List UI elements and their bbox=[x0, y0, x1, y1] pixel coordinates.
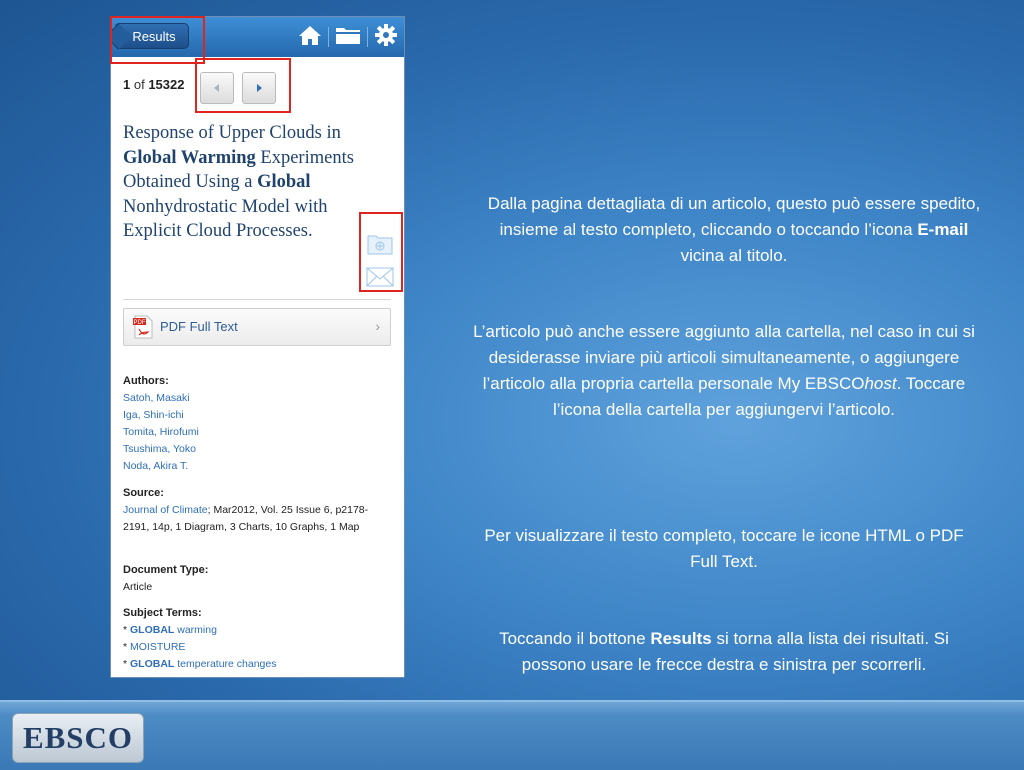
title-part: . bbox=[307, 221, 313, 241]
author-link[interactable]: Satoh, Masaki bbox=[123, 390, 393, 407]
subject-term[interactable]: * GLOBAL temperature changes bbox=[123, 656, 393, 673]
subject-keyword: GLOBAL bbox=[130, 624, 175, 636]
source-journal-link[interactable]: Journal of Climate bbox=[123, 504, 208, 516]
doctype-value: Article bbox=[123, 581, 153, 593]
home-icon[interactable] bbox=[298, 24, 322, 51]
subject-bullet: * bbox=[123, 624, 131, 636]
author-link[interactable]: Iga, Shin-ichi bbox=[123, 407, 393, 424]
title-part: Nonhydrostatic Model with Explicit Cloud… bbox=[123, 196, 328, 242]
author-link[interactable]: Tsushima, Yoko bbox=[123, 441, 393, 458]
authors-section: Authors: Satoh, Masaki Iga, Shin-ichi Tomi… bbox=[123, 373, 393, 475]
footer-band bbox=[0, 700, 1024, 770]
toolbar-separator bbox=[328, 27, 329, 47]
source-heading: Source: bbox=[123, 487, 164, 499]
explanation-results: Toccando il bottone Results si torna all… bbox=[499, 629, 949, 674]
subject-bullet: * bbox=[123, 641, 131, 653]
pdf-full-text-label: PDF Full Text bbox=[160, 319, 238, 334]
title-part: Response of Upper Clouds in bbox=[123, 123, 341, 143]
subject-section: Subject Terms: * GLOBAL warming * MOISTUR… bbox=[123, 605, 393, 673]
result-pager-text: 1 of 15322 bbox=[123, 77, 185, 92]
title-part: Global bbox=[257, 172, 311, 192]
source-section: Source: Journal of Climate; Mar2012, Vol… bbox=[123, 485, 393, 536]
subject-bullet: * bbox=[123, 658, 131, 670]
subject-text: MOISTURE bbox=[130, 641, 186, 653]
authors-heading: Authors: bbox=[123, 375, 169, 387]
explanation-fulltext: Per visualizzare il testo completo, tocc… bbox=[484, 526, 964, 571]
subject-heading: Subject Terms: bbox=[123, 607, 202, 619]
subject-keyword: GLOBAL bbox=[130, 658, 175, 670]
source-value: Journal of Climate; Mar2012, Vol. 25 Iss… bbox=[123, 504, 369, 533]
subject-text: warming bbox=[174, 624, 217, 636]
doctype-section: Document Type: Article bbox=[123, 562, 393, 596]
explanation-folder: L’articolo può anche essere aggiunto all… bbox=[473, 322, 975, 419]
explanation-email: Dalla pagina dettagliata di un articolo,… bbox=[487, 194, 981, 265]
svg-text:PDF: PDF bbox=[134, 320, 146, 326]
divider bbox=[123, 299, 391, 300]
subject-term[interactable]: * MOISTURE bbox=[123, 639, 393, 656]
folder-icon[interactable] bbox=[335, 25, 361, 50]
ebsco-logo: EBSCO bbox=[12, 713, 144, 763]
toolbar-separator bbox=[367, 27, 368, 47]
gear-icon[interactable] bbox=[374, 23, 398, 52]
chevron-right-icon: › bbox=[375, 318, 380, 334]
doctype-heading: Document Type: bbox=[123, 564, 209, 576]
arrows-highlight-box bbox=[195, 58, 291, 113]
author-link[interactable]: Noda, Akira T. bbox=[123, 458, 393, 475]
subject-term[interactable]: * GLOBAL warming bbox=[123, 622, 393, 639]
pdf-icon: PDF bbox=[132, 315, 154, 344]
pdf-full-text-link[interactable]: PDF PDF Full Text › bbox=[123, 308, 391, 346]
author-link[interactable]: Tomita, Hirofumi bbox=[123, 424, 393, 441]
subject-text: temperature changes bbox=[174, 658, 277, 670]
article-title[interactable]: Response of Upper Clouds in Global Warmi… bbox=[123, 121, 367, 244]
title-part: Global Warming bbox=[123, 147, 256, 168]
mobile-detail-screen: Results 1 of 15322 Response of Upper Clo… bbox=[110, 16, 405, 678]
toolbar-icons bbox=[298, 23, 398, 51]
icons-highlight-box bbox=[359, 212, 403, 292]
